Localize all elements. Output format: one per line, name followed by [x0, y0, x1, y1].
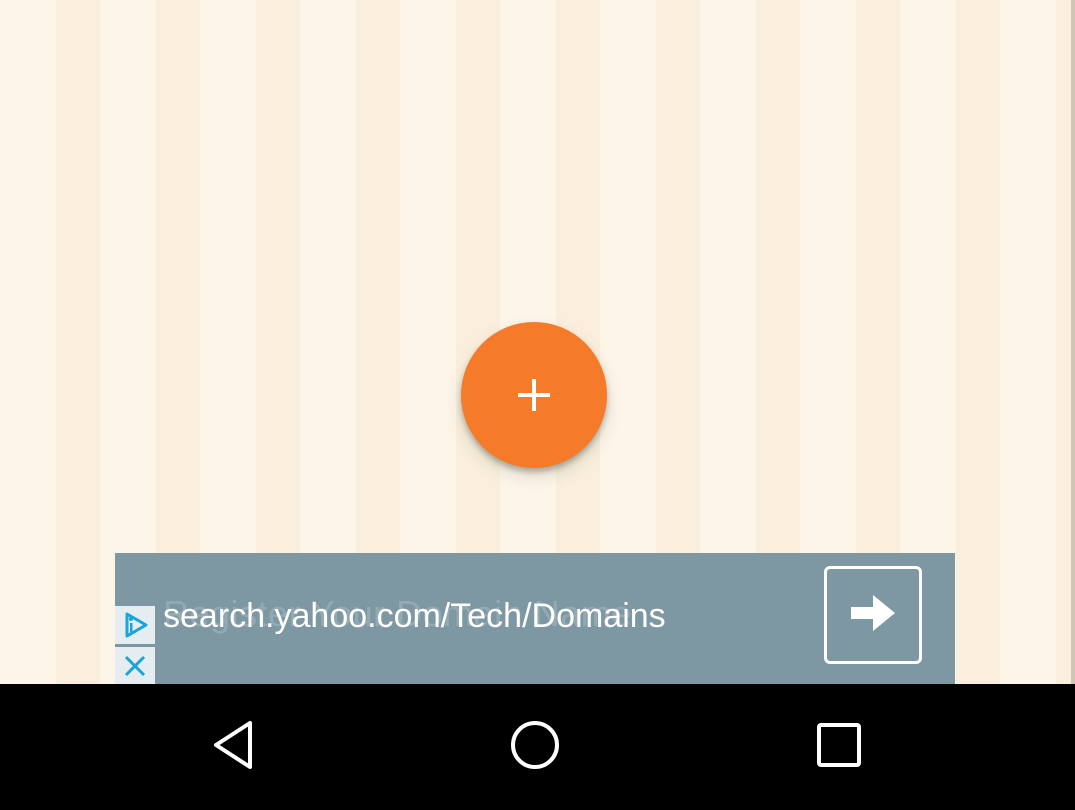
- plus-icon: [514, 375, 554, 415]
- ad-banner[interactable]: Register Your Domain Name search.yahoo.c…: [115, 553, 955, 684]
- adchoices-icon[interactable]: [115, 606, 155, 644]
- scroll-edge: [1071, 0, 1075, 684]
- home-button[interactable]: [500, 714, 570, 780]
- ad-close-icon[interactable]: [115, 647, 155, 684]
- ad-open-button[interactable]: [824, 566, 922, 664]
- add-button[interactable]: [461, 322, 607, 468]
- arrow-right-icon: [849, 593, 897, 638]
- recents-button[interactable]: [804, 714, 874, 780]
- recents-square-icon: [815, 721, 863, 774]
- ad-link-text[interactable]: search.yahoo.com/Tech/Domains: [163, 597, 666, 636]
- home-circle-icon: [508, 718, 562, 777]
- navigation-bar: [0, 684, 1075, 810]
- back-button[interactable]: [198, 714, 268, 780]
- back-triangle-icon: [208, 719, 258, 776]
- app-background: Register Your Domain Name search.yahoo.c…: [0, 0, 1075, 684]
